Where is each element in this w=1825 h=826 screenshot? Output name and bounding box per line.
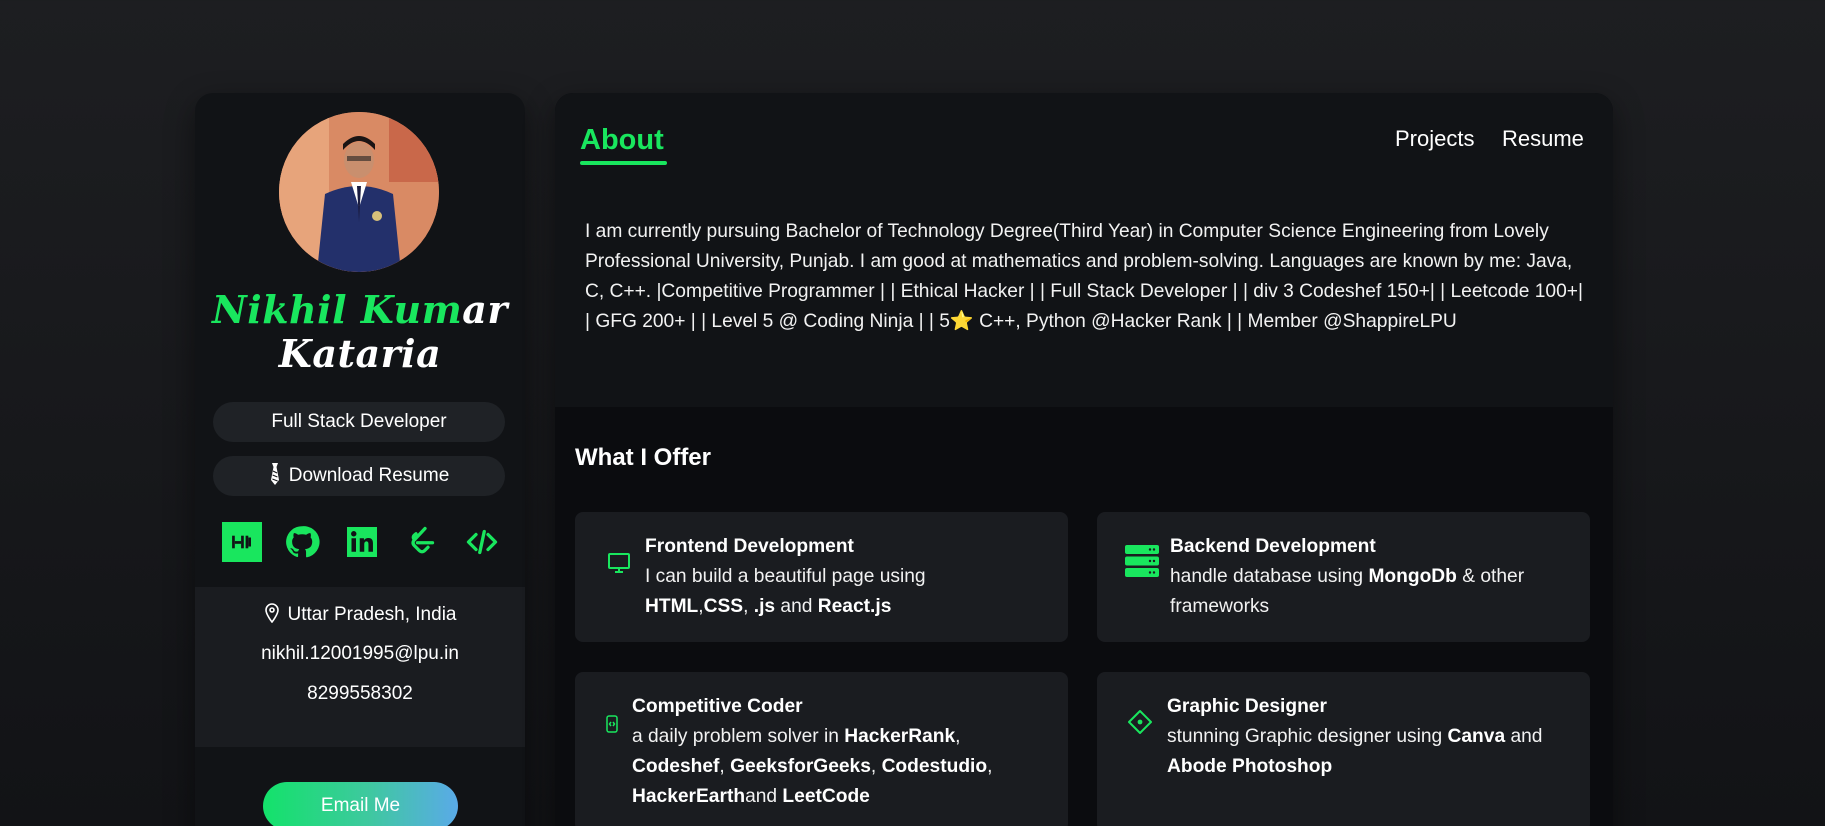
- location-pin-icon: [264, 603, 280, 624]
- profile-name: Nikhil Kumar Kataria: [195, 288, 525, 376]
- frontend-text: Frontend Development I can build a beaut…: [645, 532, 1045, 622]
- competitive-codeshef: Codeshef: [632, 756, 720, 777]
- competitive-title: Competitive Coder: [632, 696, 803, 717]
- role-badge: Full Stack Developer: [213, 402, 505, 442]
- backend-title: Backend Development: [1170, 536, 1376, 557]
- competitive-desc: a daily problem solver in: [632, 726, 845, 747]
- service-card-frontend: Frontend Development I can build a beaut…: [575, 512, 1068, 642]
- nav-projects-link[interactable]: Projects: [1395, 126, 1474, 152]
- name-part-white: ar: [462, 287, 508, 332]
- linkedin-icon[interactable]: [342, 522, 382, 562]
- about-text: I am currently pursuing Bachelor of Tech…: [585, 221, 1583, 332]
- active-tab-underline: [580, 161, 667, 165]
- service-card-backend: Backend Development handle database usin…: [1097, 512, 1590, 642]
- competitive-leetcode: LeetCode: [782, 786, 870, 807]
- competitive-sep: and: [745, 786, 783, 807]
- location-text: Uttar Pradesh, India: [287, 604, 457, 625]
- email-me-label: Email Me: [320, 795, 401, 816]
- frontend-desc: I can build a beautiful page using: [645, 566, 926, 587]
- name-surname: Kataria: [278, 331, 442, 376]
- location-row: Uttar Pradesh, India: [195, 603, 525, 626]
- tie-icon: [269, 462, 281, 490]
- competitive-sep: ,: [955, 726, 961, 747]
- backend-desc: handle database using: [1170, 566, 1369, 587]
- graphic-canva: Canva: [1447, 726, 1506, 747]
- email-me-button[interactable]: Email Me: [263, 782, 458, 826]
- leetcode-icon[interactable]: [402, 522, 442, 562]
- download-resume-label: Download Resume: [288, 465, 450, 486]
- profile-avatar: [279, 112, 439, 272]
- competitive-text: Competitive Coder a daily problem solver…: [632, 692, 1052, 812]
- frontend-sep: and: [775, 596, 818, 617]
- offer-title: What I Offer: [575, 444, 711, 471]
- server-icon: [1125, 545, 1159, 582]
- graphic-desc: stunning Graphic designer using: [1167, 726, 1448, 747]
- tab-about[interactable]: About: [580, 124, 664, 157]
- email-row: nikhil.12001995@lpu.in: [195, 643, 525, 665]
- service-card-competitive: Competitive Coder a daily problem solver…: [575, 672, 1068, 826]
- role-label: Full Stack Developer: [271, 411, 447, 432]
- frontend-css: CSS: [703, 596, 744, 617]
- frontend-js: .js: [753, 596, 776, 617]
- download-resume-button[interactable]: Download Resume: [213, 456, 505, 496]
- about-section: About Projects Resume I am currently pur…: [555, 93, 1613, 407]
- service-card-graphic: Graphic Designer stunning Graphic design…: [1097, 672, 1590, 826]
- frontend-react: React.js: [817, 596, 892, 617]
- graphic-text: Graphic Designer stunning Graphic design…: [1167, 692, 1577, 782]
- competitive-gfg: GeeksforGeeks: [730, 756, 871, 777]
- name-part-green: Nikhil Kum: [212, 287, 463, 332]
- graphic-photoshop: Abode Photoshop: [1167, 756, 1333, 777]
- main-panel: About Projects Resume I am currently pur…: [555, 93, 1613, 826]
- nav-resume-link[interactable]: Resume: [1502, 126, 1584, 152]
- profile-photo: [279, 112, 439, 272]
- code-icon[interactable]: [462, 522, 502, 562]
- backend-text: Backend Development handle database usin…: [1170, 532, 1570, 622]
- github-icon[interactable]: [282, 522, 322, 562]
- competitive-sep: ,: [719, 756, 731, 777]
- social-links: [222, 521, 502, 563]
- frontend-html: HTML: [645, 596, 699, 617]
- graphic-title: Graphic Designer: [1167, 696, 1327, 717]
- monitor-icon: [607, 551, 631, 580]
- mobile-code-icon: [606, 715, 618, 738]
- backend-mongodb: MongoDb: [1368, 566, 1457, 587]
- competitive-hackerearth: HackerEarth: [632, 786, 746, 807]
- frontend-title: Frontend Development: [645, 536, 854, 557]
- design-diamond-icon: [1127, 709, 1153, 740]
- phone-text[interactable]: 8299558302: [307, 683, 413, 704]
- phone-row: 8299558302: [195, 683, 525, 705]
- competitive-sep: ,: [987, 756, 993, 777]
- frontend-sep: ,: [743, 596, 754, 617]
- contact-info: Uttar Pradesh, India nikhil.12001995@lpu…: [195, 587, 525, 747]
- email-text[interactable]: nikhil.12001995@lpu.in: [261, 643, 459, 664]
- hackernoon-icon[interactable]: [222, 522, 262, 562]
- graphic-sep: and: [1505, 726, 1543, 747]
- competitive-sep: ,: [870, 756, 882, 777]
- profile-sidebar: Nikhil Kumar Kataria Full Stack Develope…: [195, 93, 525, 826]
- competitive-hackerrank: HackerRank: [844, 726, 956, 747]
- competitive-codestudio: Codestudio: [881, 756, 988, 777]
